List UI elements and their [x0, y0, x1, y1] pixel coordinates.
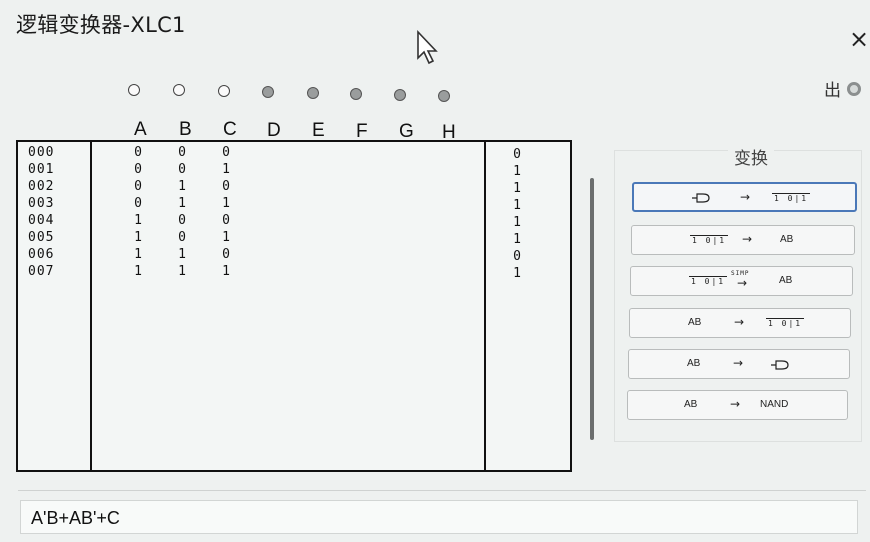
arrow-icon: → [730, 397, 741, 411]
truth-table-to-expression-button[interactable]: 1 0|1 → AB [631, 225, 855, 255]
truth-table-icon: 1 0|1 [772, 193, 811, 203]
cell-output[interactable]: 1 [511, 232, 523, 247]
expression-to-truth-table-button[interactable]: AB → 1 0|1 [629, 308, 851, 338]
cell-a: 1 [134, 247, 142, 262]
cell-b: 0 [178, 145, 186, 160]
output-label: 出 [824, 81, 841, 101]
cell-a: 0 [134, 196, 142, 211]
terminal-c[interactable] [218, 85, 230, 97]
output-terminal-group: 出 [824, 76, 861, 101]
var-label-a: A [134, 119, 147, 140]
expression-icon: AB [779, 275, 793, 286]
row-index: 006 [28, 247, 55, 262]
cell-a: 1 [134, 213, 142, 228]
var-label-c: C [223, 119, 237, 140]
expression-icon: AB [687, 358, 701, 369]
cell-c: 0 [222, 247, 230, 262]
expression-icon: AB [684, 399, 698, 410]
cell-a: 1 [134, 264, 142, 279]
truth-table: 000 0 0 0 0 001 0 0 1 1 002 0 1 0 1 003 … [16, 140, 572, 472]
cell-b: 0 [178, 230, 186, 245]
cell-b: 1 [178, 196, 186, 211]
expression-icon: AB [780, 234, 794, 245]
expression-text[interactable]: A'B+AB'+C [31, 508, 120, 529]
cell-a: 0 [134, 162, 142, 177]
row-index: 004 [28, 213, 55, 228]
row-index: 003 [28, 196, 55, 211]
cell-b: 0 [178, 162, 186, 177]
expression-field[interactable]: A'B+AB'+C [20, 500, 858, 534]
divider [18, 490, 866, 491]
mouse-pointer-icon [417, 30, 438, 65]
arrow-icon: → [742, 232, 753, 246]
close-button[interactable]: × [848, 26, 870, 52]
expression-to-nand-button[interactable]: AB → NAND [627, 390, 848, 420]
cell-output[interactable]: 1 [511, 266, 523, 281]
cell-c: 1 [222, 162, 230, 177]
var-label-e: E [312, 120, 325, 141]
row-index: 001 [28, 162, 55, 177]
arrow-icon: → [733, 356, 744, 370]
cell-a: 0 [134, 145, 142, 160]
row-index: 007 [28, 264, 55, 279]
terminal-h[interactable] [438, 90, 450, 102]
cell-b: 1 [178, 179, 186, 194]
window-title: 逻辑变换器-XLC1 [16, 13, 186, 37]
cell-output[interactable]: 1 [511, 164, 523, 179]
terminal-f[interactable] [350, 88, 362, 100]
cell-output[interactable]: 1 [511, 181, 523, 196]
input-terminals: A B C D E F G H [0, 84, 480, 144]
cell-output[interactable]: 0 [511, 249, 523, 264]
table-scrollbar[interactable] [590, 178, 594, 440]
var-label-d: D [267, 120, 281, 141]
table-divider-left [90, 142, 92, 470]
var-label-b: B [179, 119, 192, 140]
truth-table-icon: 1 0|1 [690, 235, 729, 245]
cell-c: 0 [222, 213, 230, 228]
terminal-d[interactable] [262, 86, 274, 98]
cell-output[interactable]: 1 [511, 198, 523, 213]
row-index: 005 [28, 230, 55, 245]
cell-b: 1 [178, 247, 186, 262]
cell-a: 0 [134, 179, 142, 194]
output-terminal[interactable] [847, 81, 861, 96]
logic-gate-icon [771, 360, 789, 370]
circuit-to-truth-table-button[interactable]: → 1 0|1 [632, 182, 857, 212]
conversions-title: 变换 [728, 144, 774, 169]
cell-c: 0 [222, 179, 230, 194]
cell-output[interactable]: 0 [511, 147, 523, 162]
truth-table-icon: 1 0|1 [766, 318, 805, 328]
row-index: 002 [28, 179, 55, 194]
terminal-e[interactable] [307, 87, 319, 99]
table-divider-right [484, 142, 486, 470]
nand-label: NAND [760, 399, 789, 410]
cell-c: 1 [222, 230, 230, 245]
logic-gate-icon [692, 193, 710, 203]
terminal-a[interactable] [128, 84, 140, 96]
cell-c: 1 [222, 196, 230, 211]
row-index: 000 [28, 145, 55, 160]
cell-output[interactable]: 1 [511, 215, 523, 230]
terminal-b[interactable] [173, 84, 185, 96]
arrow-icon: → [737, 276, 748, 290]
arrow-icon: → [740, 190, 751, 204]
arrow-icon: → [734, 315, 745, 329]
truth-table-icon: 1 0|1 [689, 276, 728, 286]
cell-c: 1 [222, 264, 230, 279]
expression-icon: AB [688, 317, 702, 328]
expression-to-circuit-button[interactable]: AB → [628, 349, 850, 379]
terminal-g[interactable] [394, 89, 406, 101]
cell-b: 0 [178, 213, 186, 228]
cell-c: 0 [222, 145, 230, 160]
cell-b: 1 [178, 264, 186, 279]
cell-a: 1 [134, 230, 142, 245]
truth-table-to-simplified-expression-button[interactable]: 1 0|1 SIMP → AB [630, 266, 853, 296]
